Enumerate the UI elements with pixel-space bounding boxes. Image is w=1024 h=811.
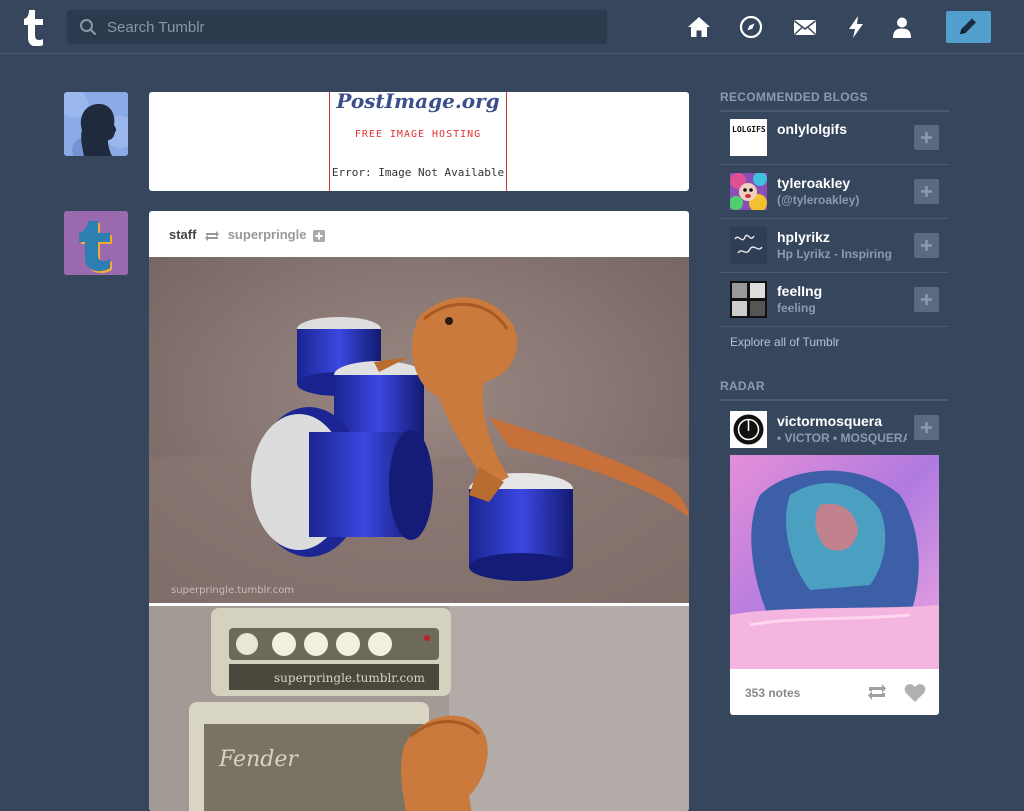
radar-post-image[interactable]	[730, 455, 939, 669]
placeholder-brand: PostImage.org	[336, 92, 500, 113]
plus-icon	[921, 422, 932, 433]
explore-all-link[interactable]: Explore all of Tumblr	[730, 335, 839, 349]
search-bar[interactable]: Search Tumblr	[67, 10, 607, 44]
pencil-icon	[960, 18, 976, 34]
blog-name[interactable]: victormosquera	[777, 413, 882, 429]
plus-icon	[921, 186, 932, 197]
blog-avatar	[730, 227, 767, 264]
blog-avatar: LOLGIFS.NET	[730, 119, 767, 156]
compose-post-button[interactable]	[946, 11, 991, 43]
radar-heading: RADAR	[720, 379, 949, 401]
blog-avatar	[730, 173, 767, 210]
blog-name[interactable]: hplyrikz	[777, 229, 830, 245]
plus-icon	[921, 240, 932, 251]
home-icon[interactable]	[686, 14, 712, 40]
default-avatar-silhouette-icon	[64, 92, 128, 156]
placeholder-error: Error: Image Not Available	[331, 166, 505, 179]
plus-icon	[921, 294, 932, 305]
tumblr-staff-logo-icon	[64, 211, 128, 275]
like-heart-icon[interactable]	[904, 683, 926, 703]
recommended-blog-item[interactable]: LOLGIFS.NET onlylolgifs	[720, 111, 949, 165]
reblog-icon[interactable]	[866, 683, 888, 701]
blog-name[interactable]: feelIng	[777, 283, 822, 299]
broken-image-placeholder: PostImage.org FREE IMAGE HOSTING Error: …	[329, 92, 507, 191]
staff-avatar[interactable]	[64, 211, 128, 275]
blog-subtitle: Hp Lyrikz - Inspiring	[777, 247, 892, 261]
recommended-blog-item[interactable]: tyleroakley (@tyleroakley)	[720, 165, 949, 219]
recommended-blog-item[interactable]: feelIng feeling	[720, 273, 949, 327]
follow-plus-icon[interactable]	[313, 229, 326, 242]
post-header: staff superpringle	[169, 227, 326, 242]
activity-lightning-icon[interactable]	[843, 14, 869, 40]
follow-blog-button[interactable]	[914, 287, 939, 312]
account-person-icon[interactable]	[889, 14, 915, 40]
blog-avatar-text: LOLGIFS.NET	[732, 125, 767, 134]
tumblr-logo[interactable]	[18, 8, 50, 47]
photo-watermark: superpringle.tumblr.com	[171, 585, 294, 596]
follow-blog-button[interactable]	[914, 125, 939, 150]
blog-subtitle: • VICTOR • MOSQUERA	[777, 431, 907, 445]
post-photo-lizard-amp[interactable]: superpringle.tumblr.com Fender	[149, 606, 689, 811]
svg-text:Fender: Fender	[218, 747, 299, 772]
search-icon	[80, 19, 97, 36]
blog-subtitle: (@tyleroakley)	[777, 193, 860, 207]
post-author-avatar[interactable]	[64, 92, 128, 156]
recommended-blog-item[interactable]: hplyrikz Hp Lyrikz - Inspiring	[720, 219, 949, 273]
post-card: PostImage.org FREE IMAGE HOSTING Error: …	[149, 92, 689, 191]
follow-blog-button[interactable]	[914, 233, 939, 258]
search-input[interactable]: Search Tumblr	[107, 19, 205, 36]
inbox-mail-icon[interactable]	[792, 14, 818, 40]
plus-icon	[921, 132, 932, 143]
blog-subtitle: feeling	[777, 301, 816, 315]
recommended-blogs-heading: RECOMMENDED BLOGS	[720, 90, 949, 112]
blog-avatar	[730, 281, 767, 318]
radar-post-card: 353 notes	[730, 455, 939, 715]
photo-watermark: superpringle.tumblr.com	[274, 671, 425, 685]
post-card: staff superpringle superpringle.tumblr.c…	[149, 211, 689, 811]
blog-name[interactable]: tyleroakley	[777, 175, 850, 191]
follow-blog-button[interactable]	[914, 415, 939, 440]
blog-name[interactable]: onlylolgifs	[777, 121, 847, 137]
placeholder-tagline: FREE IMAGE HOSTING	[354, 129, 482, 140]
radar-blog-item[interactable]: victormosquera • VICTOR • MOSQUERA	[720, 403, 949, 457]
blog-avatar	[730, 411, 767, 448]
explore-compass-icon[interactable]	[738, 14, 764, 40]
follow-blog-button[interactable]	[914, 179, 939, 204]
post-author-link[interactable]: staff	[169, 227, 196, 242]
top-nav-bar: Search Tumblr	[0, 0, 1024, 54]
notes-count[interactable]: 353 notes	[745, 686, 800, 700]
reblogged-from-link[interactable]: superpringle	[228, 227, 307, 242]
reblog-icon	[205, 230, 220, 241]
post-photo-lizard-drums[interactable]: superpringle.tumblr.com	[149, 257, 689, 603]
